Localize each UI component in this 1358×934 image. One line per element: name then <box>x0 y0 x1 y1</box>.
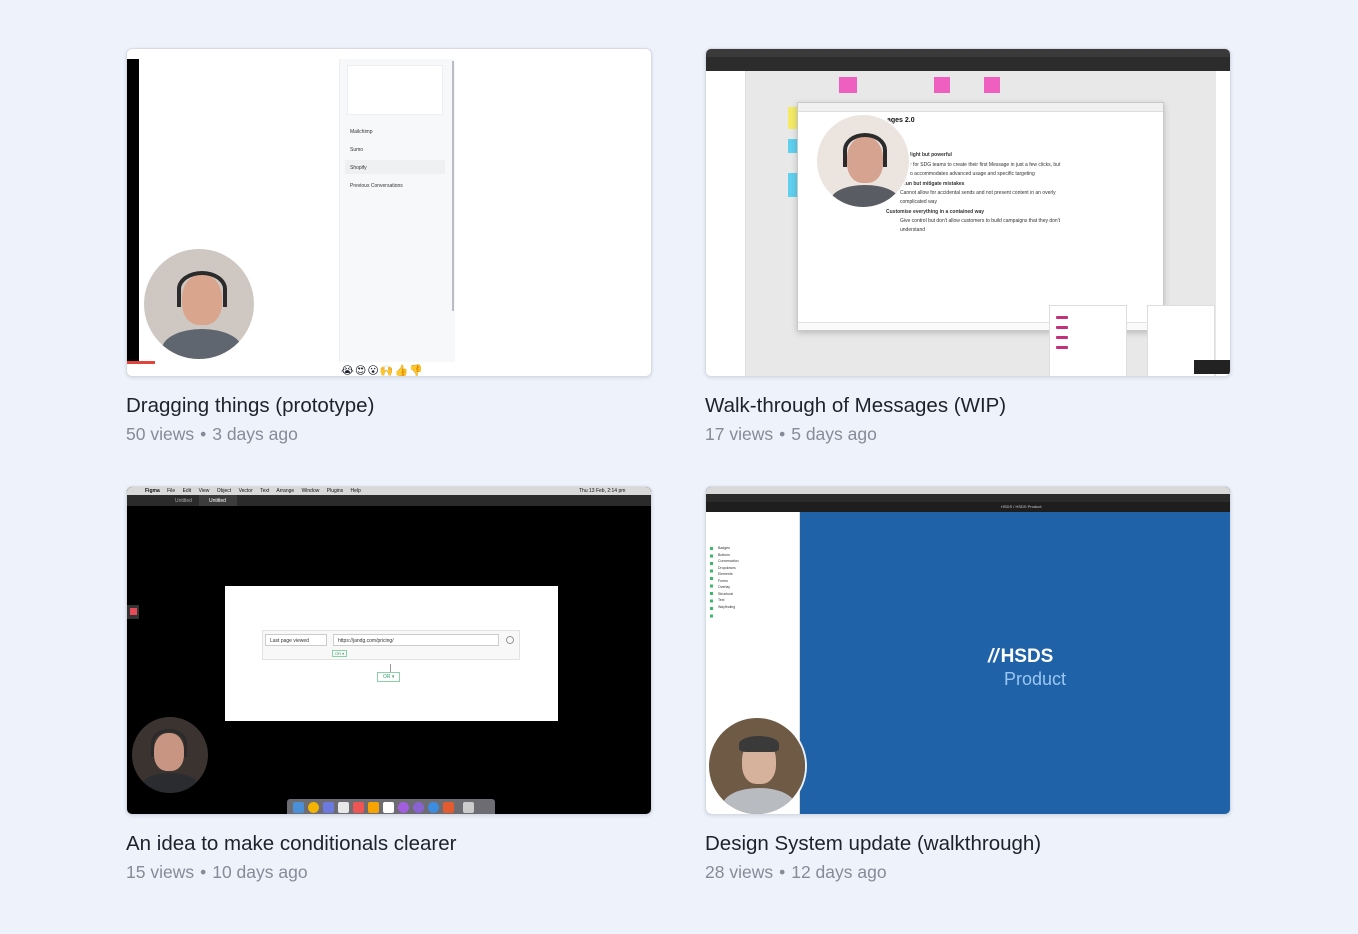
layer-item[interactable]: Dropdowns <box>711 566 739 570</box>
layer-item[interactable]: Overlay <box>711 585 739 589</box>
dock <box>287 799 495 814</box>
menu-view[interactable]: View <box>199 488 210 494</box>
view-count: 50 views <box>126 424 195 444</box>
doc-line: e fun but mitigate mistakes <box>900 181 965 187</box>
logo-bottom-text: Product <box>1004 669 1067 689</box>
doc-line: o accommodates advanced usage and specif… <box>910 171 1035 177</box>
separator: • <box>779 424 786 444</box>
presenter-avatar <box>815 113 911 209</box>
menu-file[interactable]: File <box>167 488 175 494</box>
layer-item[interactable]: Buttons <box>711 553 739 557</box>
layer-item[interactable]: Text <box>711 598 739 602</box>
video-title[interactable]: Dragging things (prototype) <box>126 394 652 418</box>
doc-line: Customise everything in a contained way <box>886 209 985 215</box>
doc-line: Give control but don't allow customers t… <box>900 218 1061 224</box>
doc-line: r for SDG teams to create their first Me… <box>910 162 1061 168</box>
layers-list: Badges Buttons Conversation Dropdowns El… <box>711 546 739 611</box>
tab-active[interactable]: Untitled <box>209 498 226 504</box>
separator: • <box>200 862 207 882</box>
menu-edit[interactable]: Edit <box>183 488 192 494</box>
layer-item[interactable]: Badges <box>711 546 739 550</box>
video-title[interactable]: Design System update (walkthrough) <box>705 832 1231 856</box>
upload-age: 10 days ago <box>212 862 308 882</box>
tab[interactable]: Untitled <box>175 498 192 504</box>
video-thumbnail[interactable]: Mailchimp Sumo Shopify Previous Conversa… <box>126 48 652 377</box>
view-count: 28 views <box>705 862 774 882</box>
presenter-avatar <box>142 247 256 361</box>
video-title[interactable]: Walk-through of Messages (WIP) <box>705 394 1231 418</box>
menu-help[interactable]: Help <box>351 488 361 494</box>
video-thumbnail[interactable]: Figma File Edit View Object Vector Text … <box>126 486 652 815</box>
video-thumbnail[interactable]: ages 2.0 light but powerful r for SDG te… <box>705 48 1231 377</box>
view-count: 15 views <box>126 862 195 882</box>
menu-item: Previous Conversations <box>350 183 403 189</box>
menu-item: Sumo <box>350 147 364 153</box>
menu-arrange[interactable]: Arrange <box>276 488 294 494</box>
or-button[interactable]: OR ▾ <box>377 672 401 682</box>
menu-window[interactable]: Window <box>302 488 320 494</box>
video-meta: 17 views • 5 days ago <box>705 423 1231 445</box>
doc-line: understand <box>900 227 926 233</box>
layer-item[interactable]: Structural <box>711 592 739 596</box>
layer-item[interactable]: Forms <box>711 579 739 583</box>
video-thumbnail[interactable]: HSDS / HSDS Product Badges Buttons Conve… <box>705 486 1231 815</box>
presenter-avatar <box>132 717 208 793</box>
menu-object[interactable]: Object <box>217 488 231 494</box>
breadcrumb: HSDS / HSDS Product <box>1001 504 1042 509</box>
layer-item[interactable]: Wayfinding <box>711 605 739 609</box>
url-input[interactable]: https://jandg.com/pricing/ <box>333 634 499 646</box>
doc-line: light but powerful <box>910 152 952 158</box>
video-meta: 50 views • 3 days ago <box>126 423 652 445</box>
menu-item: Mailchimp <box>350 129 373 135</box>
layer-item[interactable]: Elements <box>711 572 739 576</box>
video-card-2[interactable]: ages 2.0 light but powerful r for SDG te… <box>705 48 1231 445</box>
presenter-avatar <box>707 716 807 814</box>
view-count: 17 views <box>705 424 774 444</box>
video-card-3[interactable]: Figma File Edit View Object Vector Text … <box>126 486 652 883</box>
clock: Thu 13 Feb, 2:14 pm <box>579 488 626 494</box>
menu-vector[interactable]: Vector <box>239 488 253 494</box>
video-card-1[interactable]: Mailchimp Sumo Shopify Previous Conversa… <box>126 48 652 445</box>
condition-select[interactable]: Last page viewed <box>265 634 327 646</box>
menu-plugins[interactable]: Plugins <box>327 488 343 494</box>
logo-top-text: HSDS <box>1000 646 1054 667</box>
menu-item: Shopify <box>350 165 367 171</box>
upload-age: 12 days ago <box>791 862 887 882</box>
menu-figma[interactable]: Figma <box>145 488 160 494</box>
layer-item[interactable]: Conversation <box>711 559 739 563</box>
doc-line: Cannot allow for accidental sends and no… <box>900 190 1056 196</box>
reaction-bar: 😭😍😮🙌👍👎 <box>341 364 424 377</box>
menu-text[interactable]: Text <box>260 488 269 494</box>
upload-age: 3 days ago <box>212 424 298 444</box>
video-meta: 15 views • 10 days ago <box>126 861 652 883</box>
video-meta: 28 views • 12 days ago <box>705 861 1231 883</box>
or-small-button[interactable]: OR ▾ <box>332 650 348 657</box>
remove-icon[interactable] <box>506 636 514 644</box>
video-title[interactable]: An idea to make conditionals clearer <box>126 832 652 856</box>
separator: • <box>200 424 207 444</box>
menubar: Figma File Edit View Object Vector Text … <box>145 488 361 494</box>
slash-mark-icon: // <box>988 646 999 667</box>
hsds-logo: //HSDS <box>988 646 1053 668</box>
upload-age: 5 days ago <box>791 424 877 444</box>
separator: • <box>779 862 786 882</box>
video-card-4[interactable]: HSDS / HSDS Product Badges Buttons Conve… <box>705 486 1231 883</box>
